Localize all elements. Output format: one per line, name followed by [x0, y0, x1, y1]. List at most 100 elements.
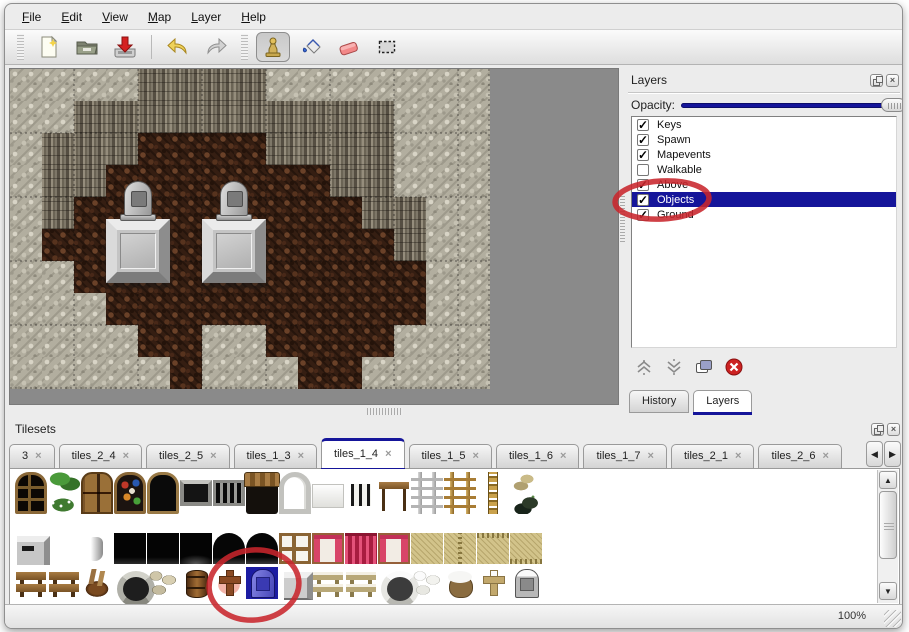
layer-row-keys[interactable]: ✓Keys [632, 117, 896, 132]
map-tile-light-rock[interactable] [458, 165, 490, 197]
map-tile-cobble-floor[interactable] [330, 261, 362, 293]
map-tile-cliff-rock[interactable] [362, 101, 394, 133]
map-tile-cobble-floor[interactable] [298, 261, 330, 293]
map-tile-cliff-rock[interactable] [106, 101, 138, 133]
map-tile-light-rock[interactable] [42, 325, 74, 357]
map-tile-light-rock[interactable] [106, 69, 138, 101]
map-tile-cliff-rock[interactable] [394, 229, 426, 261]
map-tile-cobble-floor[interactable] [138, 133, 170, 165]
map-tile-light-rock[interactable] [426, 133, 458, 165]
map-tile-cobble-floor[interactable] [330, 229, 362, 261]
tile-flower-box[interactable] [48, 472, 80, 514]
menu-view[interactable]: View [93, 7, 137, 27]
map-tile-cobble-floor[interactable] [298, 197, 330, 229]
detach-icon[interactable] [871, 423, 884, 436]
tile-black-arch[interactable] [213, 533, 245, 564]
opacity-slider[interactable] [681, 98, 899, 112]
map-tile-light-rock[interactable] [234, 325, 266, 357]
map-tile-cliff-rock[interactable] [330, 101, 362, 133]
scroll-tabs-right-button[interactable]: ▶ [884, 441, 901, 467]
close-tab-icon[interactable]: × [473, 450, 479, 462]
map-tile-cliff-rock[interactable] [170, 101, 202, 133]
tileset-tab-3[interactable]: 3× [9, 444, 55, 469]
map-tile-cliff-rock[interactable] [362, 197, 394, 229]
tileset-tab-tiles_1_6[interactable]: tiles_1_6× [496, 444, 579, 469]
map-tile-light-rock[interactable] [10, 325, 42, 357]
map-tile-light-rock[interactable] [234, 357, 266, 389]
stone-monument[interactable] [106, 181, 170, 291]
tile-black-tile-fade[interactable] [180, 533, 212, 564]
map-tile-cliff-rock[interactable] [42, 165, 74, 197]
tile-wooden-table[interactable] [378, 472, 410, 514]
map-tile-light-rock[interactable] [106, 357, 138, 389]
layer-row-objects[interactable]: ✓Objects [632, 192, 896, 207]
map-tile-light-rock[interactable] [10, 197, 42, 229]
tile-black-arch-window[interactable] [147, 472, 179, 514]
tile-white-panel[interactable] [312, 484, 344, 508]
map-tile-cliff-rock[interactable] [42, 133, 74, 165]
map-tile-cobble-floor[interactable] [362, 229, 394, 261]
map-tile-light-rock[interactable] [362, 357, 394, 389]
map-tile-light-rock[interactable] [10, 293, 42, 325]
map-tile-light-rock[interactable] [330, 69, 362, 101]
map-tile-light-rock[interactable] [10, 229, 42, 261]
tileset-palette[interactable]: ▲ ▼ [9, 468, 900, 605]
map-tile-cliff-rock[interactable] [394, 197, 426, 229]
tile-snowy-cross[interactable] [477, 567, 509, 599]
map-canvas[interactable] [9, 68, 619, 405]
map-tile-light-rock[interactable] [426, 229, 458, 261]
map-tile-cobble-floor[interactable] [170, 197, 202, 229]
map-tile-cobble-floor[interactable] [298, 357, 330, 389]
map-tile-light-rock[interactable] [426, 69, 458, 101]
map-tile-cliff-rock[interactable] [362, 133, 394, 165]
map-tile-cobble-floor[interactable] [298, 293, 330, 325]
map-tile-cobble-floor[interactable] [394, 293, 426, 325]
close-tab-icon[interactable]: × [735, 450, 741, 462]
checked-checkbox-icon[interactable]: ✓ [637, 194, 649, 206]
map-tile-cobble-floor[interactable] [330, 293, 362, 325]
map-tile-light-rock[interactable] [42, 69, 74, 101]
tile-stained-glass-window[interactable] [114, 472, 146, 514]
map-tile-light-rock[interactable] [458, 325, 490, 357]
vertical-splitter[interactable] [619, 68, 626, 405]
tile-tan-floor-edge-bottom[interactable] [510, 533, 542, 564]
tile-double-door[interactable] [81, 472, 113, 514]
close-tab-icon[interactable]: × [298, 450, 304, 462]
stamp-tool-button[interactable] [256, 32, 290, 62]
tile-snowy-stones[interactable] [411, 567, 443, 599]
tile-snowy-well[interactable] [378, 567, 410, 599]
tile-stone-pile[interactable] [147, 567, 179, 599]
tileset-tab-tiles_1_4[interactable]: tiles_1_4× [321, 438, 404, 469]
map-tile-cobble-floor[interactable] [170, 261, 202, 293]
tile-barrel[interactable] [180, 567, 212, 599]
checked-checkbox-icon[interactable]: ✓ [637, 119, 649, 131]
map-tile-light-rock[interactable] [202, 357, 234, 389]
map-tile-cobble-floor[interactable] [266, 325, 298, 357]
map-tile-cobble-floor[interactable] [202, 133, 234, 165]
tile-gray-wedge[interactable] [91, 537, 103, 561]
map-tile-cobble-floor[interactable] [362, 261, 394, 293]
tile-stone-furnace[interactable] [15, 533, 47, 564]
select-tool-button[interactable] [370, 32, 404, 62]
tile-plant-roots[interactable] [510, 472, 542, 514]
map-tile-light-rock[interactable] [458, 293, 490, 325]
map-tile-cliff-rock[interactable] [202, 69, 234, 101]
map-tile-light-rock[interactable] [266, 69, 298, 101]
new-file-button[interactable] [32, 32, 66, 62]
map-tile-cobble-floor[interactable] [74, 197, 106, 229]
map-tile-cobble-floor[interactable] [266, 293, 298, 325]
tile-stone-well[interactable] [114, 567, 146, 599]
map-tile-cliff-rock[interactable] [138, 69, 170, 101]
map-tile-cliff-rock[interactable] [298, 101, 330, 133]
resize-grip[interactable] [884, 610, 901, 627]
close-tab-icon[interactable]: × [35, 450, 41, 462]
checked-checkbox-icon[interactable]: ✓ [637, 134, 649, 146]
map-tile-light-rock[interactable] [426, 101, 458, 133]
map-tile-light-rock[interactable] [426, 293, 458, 325]
opacity-slider-handle[interactable] [881, 98, 903, 112]
map-tile-cobble-floor[interactable] [138, 325, 170, 357]
close-tab-icon[interactable]: × [822, 450, 828, 462]
map-tile-cobble-floor[interactable] [362, 293, 394, 325]
map-tile-cobble-floor[interactable] [298, 165, 330, 197]
save-button[interactable] [108, 32, 142, 62]
